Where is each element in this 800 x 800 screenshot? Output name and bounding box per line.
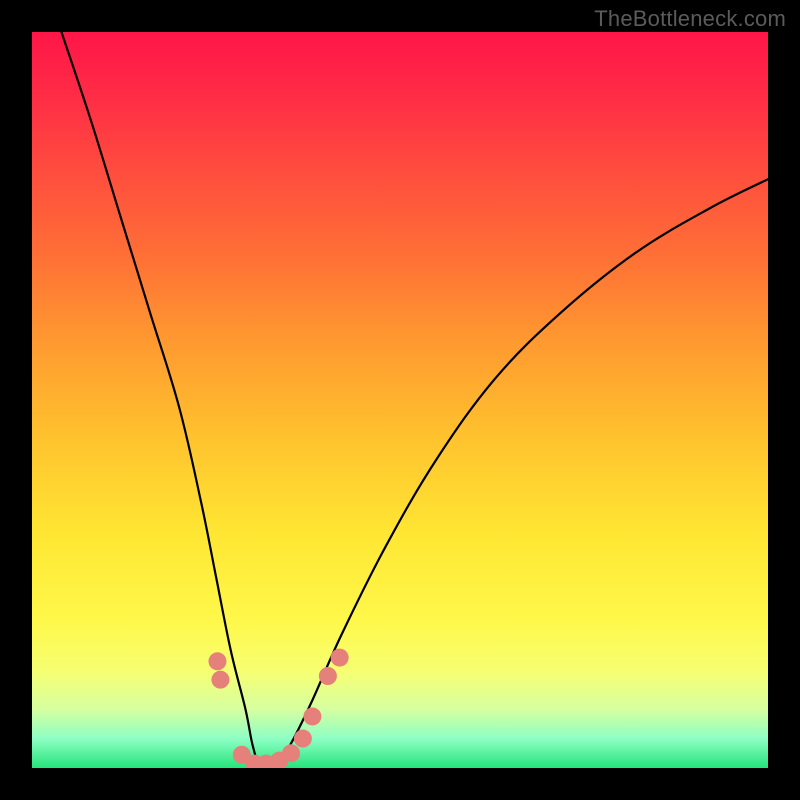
highlight-dot bbox=[211, 671, 229, 689]
highlight-dot bbox=[319, 667, 337, 685]
chart-frame: TheBottleneck.com bbox=[0, 0, 800, 800]
highlight-dot bbox=[331, 649, 349, 667]
highlight-dot bbox=[282, 744, 300, 762]
highlight-dot bbox=[208, 652, 226, 670]
curve-layer bbox=[32, 32, 768, 768]
bottleneck-curve bbox=[61, 32, 768, 767]
watermark-text: TheBottleneck.com bbox=[594, 6, 786, 32]
highlight-dot bbox=[294, 730, 312, 748]
highlight-dot bbox=[303, 707, 321, 725]
plot-area bbox=[32, 32, 768, 768]
